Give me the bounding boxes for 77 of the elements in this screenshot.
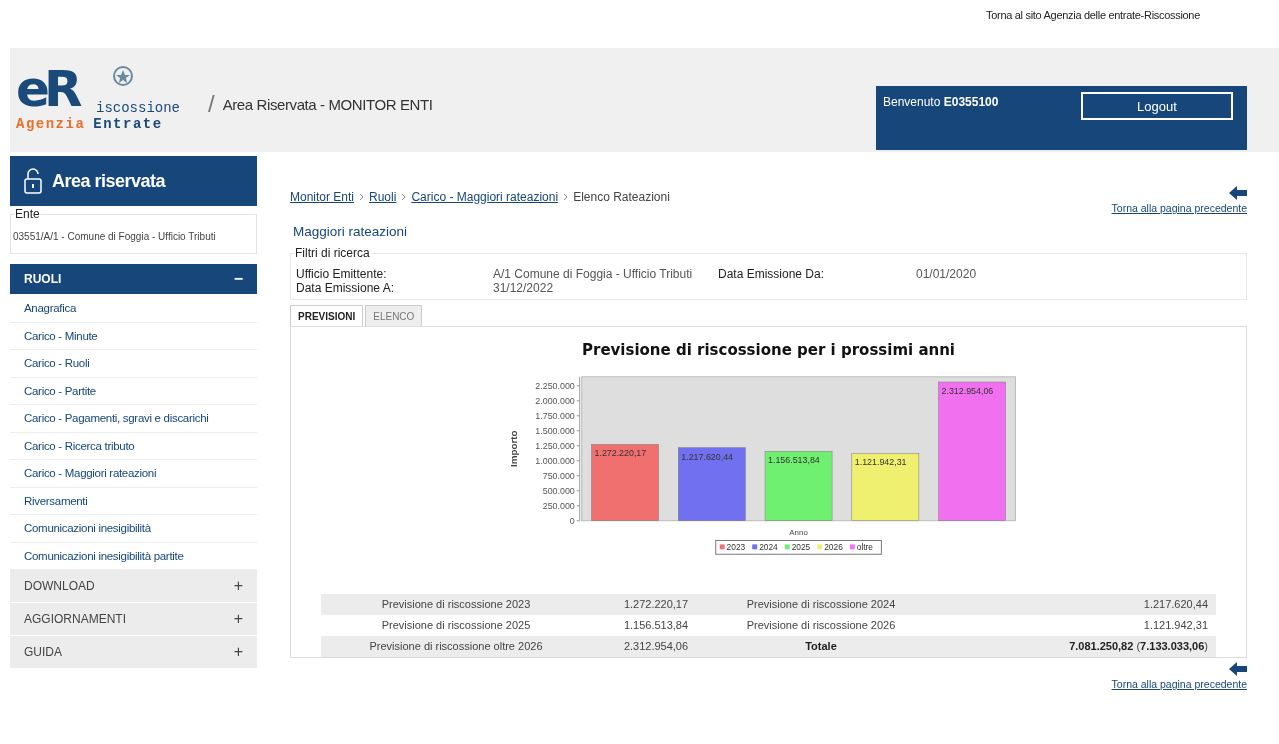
padlock-icon bbox=[24, 168, 42, 194]
value-label: 2.312.954,06 bbox=[941, 385, 993, 396]
table-cell: Totale bbox=[721, 636, 921, 657]
page-title: Maggiori rateazioni bbox=[293, 224, 409, 239]
chevron-icon bbox=[563, 193, 569, 201]
section-label: DOWNLOAD bbox=[24, 579, 95, 593]
legend-label: oltre bbox=[856, 542, 873, 553]
toggle-icon: + bbox=[233, 577, 243, 595]
filter-value: A/1 Comune di Foggia - Ufficio Tributi bbox=[493, 267, 694, 281]
logo-text: Entrate bbox=[93, 116, 163, 132]
filter-value: 31/12/2022 bbox=[493, 281, 555, 295]
toggle-icon: − bbox=[233, 270, 243, 288]
tick-label: 2.250.000 bbox=[534, 380, 575, 391]
toggle-icon: + bbox=[233, 643, 243, 661]
logo-text: Agenzia bbox=[16, 116, 86, 132]
table-cell: Previsione di riscossione 2024 bbox=[721, 594, 921, 615]
back-arrow-icon[interactable] bbox=[1229, 662, 1247, 676]
breadcrumb-link[interactable]: Monitor Enti bbox=[290, 190, 355, 204]
table-cell: 1.272.220,17 bbox=[591, 594, 721, 615]
chevron-icon bbox=[401, 193, 407, 201]
table-cell: 1.217.620,44 bbox=[921, 594, 1216, 615]
tick-label: 2.000.000 bbox=[534, 395, 575, 406]
ente-value: 03551/A/1 - Comune di Foggia - Ufficio Tributi bbox=[13, 231, 216, 242]
table-cell: 2.312.954,06 bbox=[591, 636, 721, 657]
chevron-icon bbox=[359, 193, 365, 201]
filter-label: Data Emissione Da: bbox=[718, 267, 826, 281]
tick-label: 1.500.000 bbox=[534, 425, 575, 436]
menu-section[interactable]: RUOLI − bbox=[10, 264, 257, 295]
axis-title: Anno bbox=[788, 527, 808, 537]
tick-label: 1.250.000 bbox=[534, 440, 575, 451]
legend-label: 2025 bbox=[791, 542, 810, 553]
menu-section[interactable]: AGGIORNAMENTI + bbox=[10, 603, 257, 636]
welcome-text: Benvenuto E0355100 bbox=[883, 95, 999, 109]
toggle-icon: + bbox=[233, 610, 243, 628]
tab[interactable]: PREVISIONI bbox=[290, 305, 364, 327]
current-page-label[interactable]: Elenco Rateazioni bbox=[573, 190, 670, 204]
tick-label: 500.000 bbox=[542, 485, 575, 496]
legend-label: 2026 bbox=[823, 542, 843, 553]
legend-label: 2024 bbox=[758, 542, 778, 553]
section-label: AGGIORNAMENTI bbox=[24, 612, 126, 626]
sidebar-title: Area riservata bbox=[52, 170, 166, 192]
tab[interactable]: ELENCO bbox=[365, 305, 423, 327]
logo-mark: eR bbox=[16, 62, 77, 116]
tick-label: 1.000.000 bbox=[534, 455, 575, 466]
legend-label: 2023 bbox=[726, 542, 745, 553]
table-cell: 7.081.250,82 (7.133.033,06) bbox=[921, 636, 1216, 657]
logo-word: iscossione bbox=[96, 100, 180, 116]
section-label: RUOLI bbox=[24, 272, 62, 286]
agency-site-link[interactable]: Torna al sito Agenzia delle entrate-Riscossione bbox=[986, 9, 1200, 21]
filters-legend: Filtri di ricerca bbox=[295, 246, 372, 260]
chart-title: Previsione di riscossione per i prossimi anni bbox=[582, 341, 955, 359]
site-title: Area Riservata - MONITOR ENTI bbox=[222, 96, 433, 113]
back-arrow-icon[interactable] bbox=[1229, 186, 1247, 200]
menu-section[interactable]: DOWNLOAD + bbox=[10, 570, 257, 603]
breadcrumb-link[interactable]: Ruoli bbox=[369, 190, 397, 204]
section-label: GUIDA bbox=[24, 645, 62, 659]
title-separator: / bbox=[208, 90, 215, 118]
back-link[interactable]: Torna alla pagina precedente bbox=[1111, 678, 1247, 690]
menu-section[interactable]: GUIDA + bbox=[10, 636, 257, 669]
ente-label: Ente bbox=[15, 207, 40, 221]
tick-label: 0 bbox=[569, 515, 575, 526]
tick-label: 250.000 bbox=[542, 500, 575, 511]
axis-title: Importo bbox=[507, 430, 519, 468]
back-link[interactable]: Torna alla pagina precedente bbox=[1111, 202, 1247, 214]
value-label: 1.217.620,44 bbox=[680, 451, 733, 462]
filter-label: Data Emissione A: bbox=[296, 281, 396, 295]
logout-button[interactable]: Logout bbox=[1081, 92, 1233, 120]
filter-label: Ufficio Emittente: bbox=[296, 267, 388, 281]
tick-label: 750.000 bbox=[542, 470, 575, 481]
value-label: 1.272.220,17 bbox=[594, 448, 646, 459]
value-label: 1.121.942,31 bbox=[854, 457, 906, 468]
table-cell: Previsione di riscossione oltre 2026 bbox=[321, 636, 591, 657]
breadcrumb-link[interactable]: Carico - Maggiori rateazioni bbox=[411, 190, 559, 204]
tick-label: 1.750.000 bbox=[534, 410, 575, 421]
value-label: 1.156.513,84 bbox=[767, 455, 820, 466]
table-cell: Previsione di riscossione 2023 bbox=[321, 594, 591, 615]
filter-value: 01/01/2020 bbox=[916, 267, 978, 281]
